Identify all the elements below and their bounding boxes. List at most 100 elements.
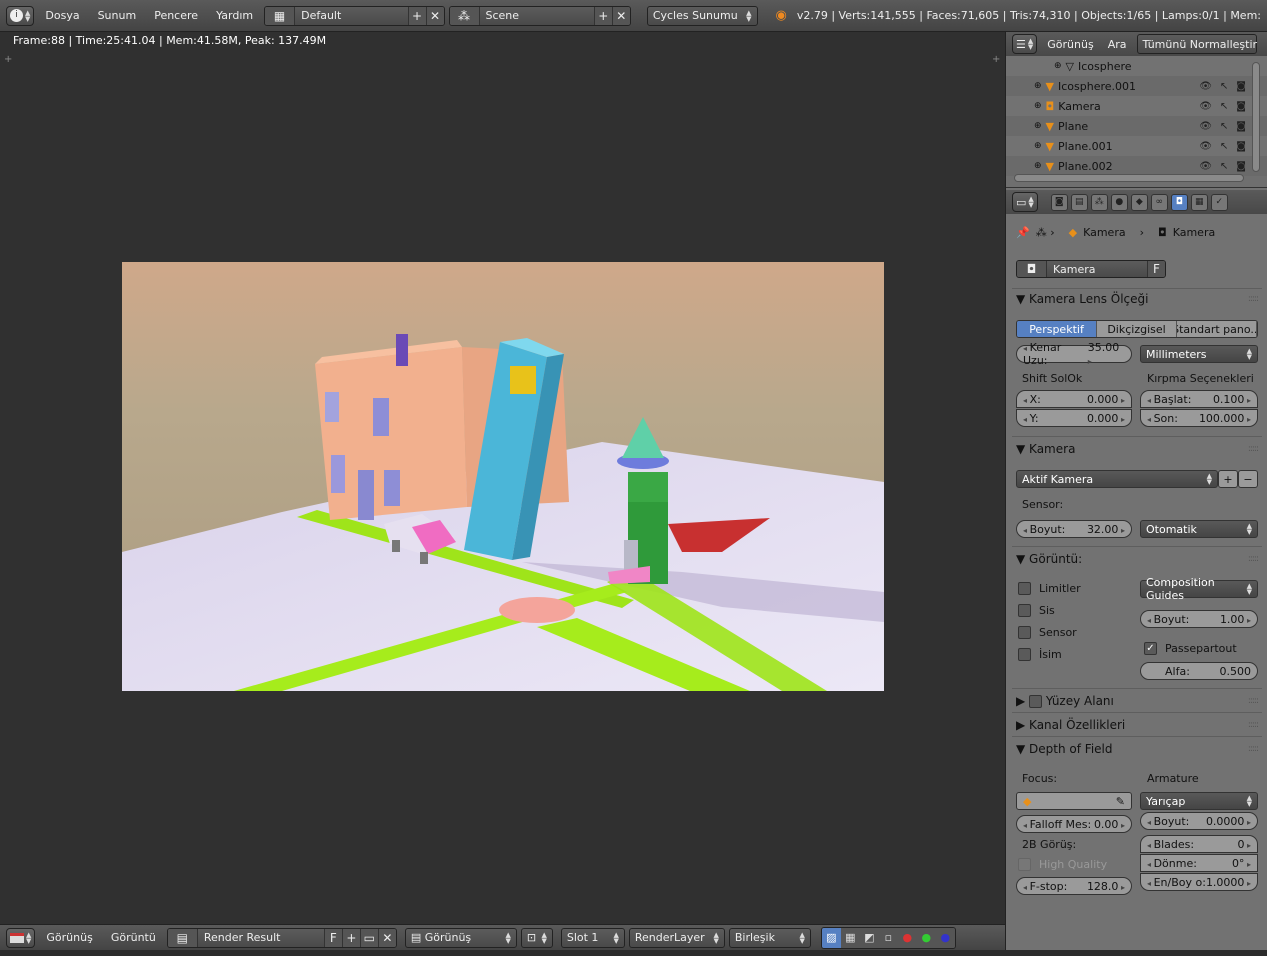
mist-checkbox[interactable]: Sis bbox=[1018, 604, 1055, 617]
ratio-field[interactable]: En/Boy o:1.0000 bbox=[1140, 873, 1258, 891]
drag-handle-icon[interactable]: ::::: bbox=[1248, 696, 1259, 706]
camera-preset-dropdown[interactable]: Aktif Kamera ▲ ▼ bbox=[1016, 470, 1218, 488]
image-editor[interactable]: Frame:88 | Time:25:41.04 | Mem:41.58M, P… bbox=[0, 32, 1005, 924]
scene-selector[interactable]: ⁂ Scene + ✕ bbox=[448, 5, 631, 26]
pin-icon[interactable]: 📌 bbox=[1016, 226, 1030, 239]
outliner-item-name[interactable]: Icosphere.001 bbox=[1058, 80, 1136, 93]
tab-layers[interactable]: ▤ bbox=[1070, 193, 1088, 211]
checkbox[interactable] bbox=[1018, 582, 1031, 595]
tab-camera-data[interactable]: ◘ bbox=[1170, 193, 1188, 211]
menu-window[interactable]: Pencere bbox=[147, 9, 205, 22]
unlink-image-button[interactable]: ✕ bbox=[377, 928, 396, 947]
name-checkbox[interactable]: İsim bbox=[1018, 648, 1062, 661]
tab-constraints[interactable]: ∞ bbox=[1150, 193, 1168, 211]
lens-perspective-tab[interactable]: Perspektif bbox=[1017, 321, 1097, 337]
camera-browse-icon[interactable]: ◘ bbox=[1017, 261, 1047, 277]
drag-handle-icon[interactable]: ::::: bbox=[1248, 744, 1259, 754]
visibility-controls[interactable]: 👁 ↖ ◙ bbox=[1199, 101, 1246, 112]
area-corner-icon[interactable]: + bbox=[992, 54, 1000, 65]
drag-handle-icon[interactable]: ::::: bbox=[1248, 554, 1259, 564]
menu-help[interactable]: Yardım bbox=[209, 9, 260, 22]
view-mode-dropdown[interactable]: ▤ Görünüş ▲ ▼ bbox=[404, 927, 517, 948]
scene-name[interactable]: Scene bbox=[480, 9, 594, 22]
aperture-size-field[interactable]: Boyut:0.0000 bbox=[1140, 812, 1258, 830]
display-mode-dropdown[interactable]: Tümünü Normalleştir bbox=[1136, 34, 1257, 54]
outliner[interactable]: ☰ ▲ ▼ Görünüş Ara Tümünü Normalleştir ⊕ ▽ Ic… bbox=[1006, 32, 1267, 188]
zbuffer-icon[interactable]: ▫ bbox=[878, 927, 898, 948]
outliner-item-name[interactable]: Plane bbox=[1058, 120, 1088, 133]
outliner-item[interactable]: ⊕ ▼ Icosphere.001 👁 ↖ ◙ bbox=[1006, 76, 1267, 96]
drag-handle-icon[interactable]: ::::: bbox=[1248, 294, 1259, 304]
area-corner-icon[interactable]: + bbox=[4, 54, 12, 65]
clip-end-field[interactable]: Son:100.000 bbox=[1140, 409, 1258, 427]
menu-render[interactable]: Sunum bbox=[91, 9, 144, 22]
outliner-item[interactable]: ⊕ ▽ Icosphere bbox=[1006, 56, 1267, 76]
shift-x-field[interactable]: X:0.000 bbox=[1016, 390, 1132, 408]
editor-type-button[interactable]: i ▲ ▼ bbox=[6, 5, 35, 26]
panel-camera-header[interactable]: ▼ Kamera bbox=[1016, 442, 1075, 456]
passepartout-alpha-slider[interactable]: Alfa: 0.500 bbox=[1140, 662, 1258, 680]
image-datablock-selector[interactable]: ▤ Render Result F + ▭ ✕ bbox=[166, 927, 397, 948]
passepartout-checkbox[interactable]: ✓ Passepartout bbox=[1144, 642, 1237, 655]
alpha-icon[interactable]: ◩ bbox=[859, 927, 879, 948]
outliner-vertical-scrollbar[interactable] bbox=[1252, 62, 1260, 172]
expand-icon[interactable]: ⊕ bbox=[1034, 141, 1042, 151]
panel-lens-header[interactable]: ▼ Kamera Lens Ölçeği bbox=[1016, 292, 1148, 306]
outliner-item-name[interactable]: Plane.001 bbox=[1058, 140, 1113, 153]
lens-type-tabs[interactable]: Perspektif Dikçizgisel Standart pano... bbox=[1016, 320, 1258, 338]
focus-object-field[interactable]: ◆ ✎ bbox=[1016, 792, 1132, 810]
checkbox[interactable] bbox=[1018, 858, 1031, 871]
visibility-controls[interactable]: 👁 ↖ ◙ bbox=[1199, 161, 1246, 172]
add-preset-button[interactable]: + bbox=[1218, 470, 1238, 488]
focal-length-field[interactable]: Kenar Uzu:35.00 bbox=[1016, 341, 1132, 367]
camera-datablock-field[interactable]: ◘ Kamera F bbox=[1016, 260, 1166, 278]
outliner-item[interactable]: ⊕ ◘ Kamera 👁 ↖ ◙ bbox=[1006, 96, 1267, 116]
fstop-field[interactable]: F-stop:128.0 bbox=[1016, 877, 1132, 895]
visibility-controls[interactable]: 👁 ↖ ◙ bbox=[1199, 141, 1246, 152]
rotation-field[interactable]: Dönme:0° bbox=[1140, 854, 1258, 872]
expand-icon[interactable]: ⊕ bbox=[1034, 121, 1042, 131]
outliner-item[interactable]: ⊕ ▼ Plane 👁 ↖ ◙ bbox=[1006, 116, 1267, 136]
clip-start-field[interactable]: Başlat:0.100 bbox=[1140, 390, 1258, 408]
open-image-button[interactable]: ▭ bbox=[359, 928, 378, 947]
checkbox[interactable] bbox=[1029, 695, 1043, 708]
outliner-horizontal-scrollbar[interactable] bbox=[1014, 174, 1244, 182]
sensor-size-field[interactable]: Boyut:32.00 bbox=[1016, 520, 1132, 538]
editor-type-button[interactable]: ☰ ▲ ▼ bbox=[1012, 34, 1038, 54]
shift-y-field[interactable]: Y:0.000 bbox=[1016, 409, 1132, 427]
outliner-item[interactable]: ⊕ ▼ Plane.001 👁 ↖ ◙ bbox=[1006, 136, 1267, 156]
outliner-item-name[interactable]: Kamera bbox=[1058, 100, 1101, 113]
outliner-item[interactable]: ⊕ ▼ Plane.002 👁 ↖ ◙ bbox=[1006, 156, 1267, 176]
menu-search[interactable]: Ara bbox=[1104, 38, 1131, 51]
aperture-type-dropdown[interactable]: Yarıçap ▲ ▼ bbox=[1140, 792, 1258, 810]
remove-scene-button[interactable]: ✕ bbox=[611, 6, 630, 25]
expand-icon[interactable]: ⊕ bbox=[1034, 161, 1042, 171]
drag-handle-icon[interactable]: ::::: bbox=[1248, 720, 1259, 730]
fake-user-button[interactable]: F bbox=[1147, 261, 1165, 277]
visibility-controls[interactable]: 👁 ↖ ◙ bbox=[1199, 121, 1246, 132]
checkbox[interactable] bbox=[1018, 626, 1031, 639]
expand-icon[interactable]: ⊕ bbox=[1034, 101, 1042, 111]
color-alpha-icon[interactable]: ▨ bbox=[821, 927, 841, 948]
remove-preset-button[interactable]: − bbox=[1238, 470, 1258, 488]
blue-channel-icon[interactable]: ● bbox=[935, 927, 955, 948]
checkbox[interactable] bbox=[1018, 604, 1031, 617]
menu-view[interactable]: Görünüş bbox=[1043, 38, 1097, 51]
tab-render[interactable]: ◙ bbox=[1050, 193, 1068, 211]
menu-view[interactable]: Görünüş bbox=[39, 931, 99, 944]
render-engine-dropdown[interactable]: Cycles Sunumu ▲ ▼ bbox=[646, 5, 758, 26]
add-scene-button[interactable]: + bbox=[593, 6, 612, 25]
expand-icon[interactable]: ⊕ bbox=[1034, 81, 1042, 91]
lens-panoramic-tab[interactable]: Standart pano... bbox=[1177, 321, 1257, 337]
visibility-controls[interactable]: 👁 ↖ ◙ bbox=[1199, 81, 1246, 92]
outliner-item-name[interactable]: Plane.002 bbox=[1058, 160, 1113, 173]
tab-world[interactable]: ● bbox=[1110, 193, 1128, 211]
panel-stereo-header[interactable]: ▶ Kanal Özellikleri bbox=[1016, 718, 1125, 732]
sensor-checkbox[interactable]: Sensor bbox=[1018, 626, 1077, 639]
composition-guides-dropdown[interactable]: Composition Guides ▲ ▼ bbox=[1140, 576, 1258, 602]
image-browse-icon[interactable]: ▤ bbox=[167, 928, 198, 947]
scene-icon[interactable]: ⁂ bbox=[449, 6, 480, 25]
new-image-button[interactable]: + bbox=[341, 928, 360, 947]
tab-object[interactable]: ◆ bbox=[1130, 193, 1148, 211]
outliner-item-name[interactable]: Icosphere bbox=[1078, 60, 1132, 73]
